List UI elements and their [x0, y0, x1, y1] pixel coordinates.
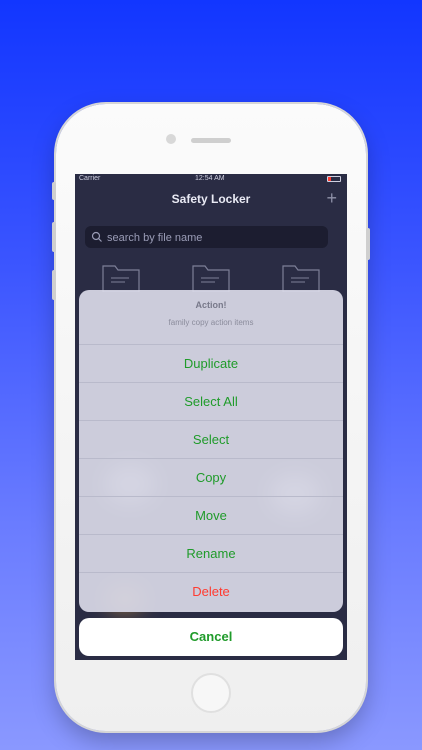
- search-icon: [91, 231, 102, 242]
- copy-button[interactable]: Copy: [79, 459, 343, 497]
- rename-button[interactable]: Rename: [79, 535, 343, 573]
- earpiece-speaker: [191, 138, 231, 143]
- volume-down-button: [52, 270, 56, 300]
- app-screen: Carrier 12:54 AM Safety Locker + Action!…: [75, 174, 347, 660]
- delete-button[interactable]: Delete: [79, 573, 343, 611]
- select-all-button[interactable]: Select All: [79, 383, 343, 421]
- search-bar[interactable]: [85, 226, 328, 248]
- mute-switch: [52, 182, 56, 200]
- carrier-label: Carrier: [79, 175, 101, 182]
- cancel-button[interactable]: Cancel: [79, 618, 343, 656]
- battery-icon: [327, 176, 341, 182]
- plus-icon[interactable]: +: [326, 189, 337, 207]
- volume-up-button: [52, 222, 56, 252]
- home-button[interactable]: [191, 673, 231, 713]
- folder-icon[interactable]: [191, 262, 231, 292]
- action-sheet-message: family copy action items: [168, 318, 254, 327]
- folder-icon[interactable]: [101, 262, 141, 292]
- status-time: 12:54 AM: [195, 175, 225, 182]
- duplicate-button[interactable]: Duplicate: [79, 345, 343, 383]
- select-button[interactable]: Select: [79, 421, 343, 459]
- status-bar: Carrier 12:54 AM: [75, 174, 347, 184]
- move-button[interactable]: Move: [79, 497, 343, 535]
- front-camera: [166, 134, 176, 144]
- search-input[interactable]: [105, 228, 324, 248]
- folder-icon[interactable]: [281, 262, 321, 292]
- page-title: Safety Locker: [171, 192, 251, 206]
- action-sheet-title: Action!: [195, 300, 227, 310]
- action-sheet-header: Action! family copy action items: [79, 290, 343, 345]
- action-sheet: Action! family copy action items Duplica…: [79, 290, 343, 612]
- power-button: [366, 228, 370, 260]
